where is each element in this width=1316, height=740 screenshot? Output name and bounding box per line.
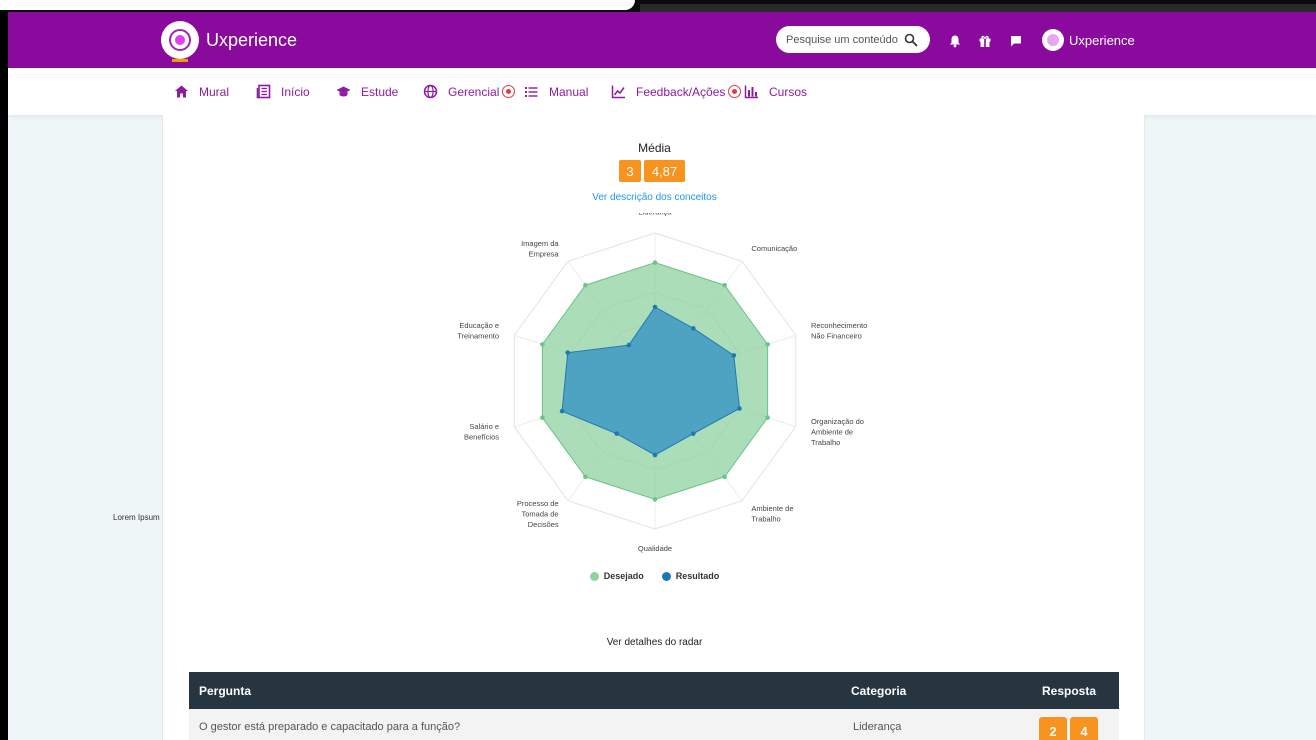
browser-tab bbox=[0, 0, 635, 10]
brand-logo[interactable] bbox=[161, 21, 199, 62]
radar-axis-label: Ambiente de Trabalho bbox=[751, 504, 793, 524]
radar-data-point bbox=[652, 260, 658, 265]
legend-dot-icon bbox=[589, 571, 599, 581]
nav-label: Cursos bbox=[769, 84, 808, 99]
radar-data-point bbox=[614, 431, 620, 436]
search-input[interactable] bbox=[786, 33, 904, 46]
radar-data-point bbox=[722, 474, 727, 480]
nav-item-cursos[interactable]: Cursos bbox=[744, 84, 807, 99]
header-category: Categoria bbox=[851, 684, 907, 698]
radar-data-point bbox=[652, 452, 658, 458]
radar-axis-label: Processo de Tomada de Decisões bbox=[517, 499, 559, 529]
radar-data-point bbox=[765, 415, 770, 420]
legend-label: Desejado bbox=[603, 571, 644, 581]
nav-label: Manual bbox=[549, 84, 589, 99]
search-box[interactable] bbox=[776, 26, 930, 53]
nav-item-inicio[interactable]: Início bbox=[256, 84, 310, 99]
row-question: O gestor está preparado e capacitado par… bbox=[199, 721, 461, 733]
radar-data-point bbox=[559, 408, 565, 414]
nav-label: Feedback/Ações bbox=[636, 84, 726, 99]
nav-label: Estude bbox=[361, 84, 399, 99]
globe-icon bbox=[423, 84, 438, 99]
concepts-description-link[interactable]: Ver descrição dos conceitos bbox=[163, 192, 1146, 203]
globe-logo-icon bbox=[169, 29, 191, 51]
content-card: Média 3 4,87 Ver descrição dos conceitos… bbox=[162, 115, 1145, 740]
radar-axis-label: Qualidade bbox=[638, 544, 672, 553]
radar-data-point bbox=[540, 415, 545, 420]
nav-label: Início bbox=[281, 84, 310, 99]
nav-label: Gerencial bbox=[448, 84, 500, 99]
radar-axis-label: Reconhecimento Não Financeiro bbox=[811, 321, 867, 341]
radar-axis-label: Salário e Benefícios bbox=[464, 422, 499, 442]
header-question: Pergunta bbox=[199, 684, 252, 698]
window-rail bbox=[640, 4, 1316, 12]
chat-icon[interactable] bbox=[1009, 34, 1023, 48]
radar-data-point bbox=[583, 282, 588, 288]
media-badge-a: 3 bbox=[619, 160, 641, 182]
legend-dot-icon bbox=[661, 571, 671, 581]
nav-item-manual[interactable]: Manual bbox=[524, 84, 588, 99]
radar-data-point bbox=[731, 353, 737, 358]
media-badges: 3 4,87 bbox=[619, 160, 688, 182]
answers-table: Pergunta Categoria Resposta O gestor est… bbox=[189, 672, 1119, 740]
notification-dot-icon bbox=[502, 85, 516, 98]
radar-axis-label: Comunicação bbox=[751, 244, 797, 253]
newspaper-icon bbox=[256, 84, 271, 99]
nav-item-mural[interactable]: Mural bbox=[174, 84, 229, 99]
line-chart-icon bbox=[611, 85, 625, 99]
radar-data-point bbox=[722, 282, 727, 288]
table-header: Pergunta Categoria Resposta bbox=[189, 672, 1119, 709]
radar-data-point bbox=[690, 326, 696, 331]
window-frame bbox=[0, 0, 1316, 12]
table-row: O gestor está preparado e capacitado par… bbox=[189, 709, 1119, 740]
brand-name[interactable]: Uxperience bbox=[206, 30, 297, 51]
row-answer: 2 4 bbox=[1039, 717, 1101, 740]
user-name[interactable]: Uxperience bbox=[1069, 33, 1135, 48]
notification-dot-icon bbox=[728, 85, 742, 98]
top-bar: Uxperience Uxperience bbox=[8, 12, 1316, 68]
list-icon bbox=[525, 87, 538, 97]
radar-data-point bbox=[583, 474, 588, 480]
radar-axis-label: Liderança bbox=[639, 213, 673, 217]
radar-axis-label: Organização do Ambiente de Trabalho bbox=[811, 417, 864, 447]
search-icon[interactable] bbox=[904, 33, 918, 47]
chart-legend: Desejado Resultado bbox=[163, 571, 1146, 581]
nav-item-estude[interactable]: Estude bbox=[336, 84, 398, 99]
radar-data-point bbox=[690, 431, 696, 436]
user-menu[interactable]: Uxperience bbox=[1042, 29, 1135, 51]
answer-badge-a: 2 bbox=[1039, 717, 1067, 740]
radar-data-point bbox=[652, 497, 658, 502]
media-title: Média bbox=[638, 141, 671, 155]
radar-data-point bbox=[626, 342, 632, 348]
nav-item-gerencial[interactable]: Gerencial bbox=[423, 84, 516, 99]
home-icon bbox=[175, 85, 188, 98]
gift-icon[interactable] bbox=[978, 34, 992, 48]
header-answer: Resposta bbox=[1042, 684, 1097, 698]
bar-chart-icon bbox=[744, 85, 758, 99]
avatar[interactable] bbox=[1042, 29, 1064, 51]
legend-item[interactable]: Desejado bbox=[589, 571, 644, 581]
radar-data-point bbox=[540, 342, 545, 347]
radar-data-point bbox=[737, 406, 742, 411]
radar-details-link[interactable]: Ver detalhes do radar bbox=[163, 637, 1146, 648]
radar-data-point bbox=[765, 342, 770, 347]
radar-data-point bbox=[652, 304, 658, 310]
side-label: Lorem Ipsum bbox=[113, 513, 160, 522]
app-viewport: Uxperience Uxperience bbox=[8, 12, 1316, 740]
legend-label: Resultado bbox=[675, 571, 720, 581]
answer-badge-b: 4 bbox=[1070, 717, 1098, 740]
graduation-cap-icon bbox=[336, 86, 351, 97]
bell-icon[interactable] bbox=[948, 34, 962, 48]
radar-chart: Liderança Comunicação ReconhecimentoNão Fi… bbox=[457, 213, 867, 553]
radar-axis-label: Imagem da Empresa bbox=[521, 239, 559, 259]
row-category: Liderança bbox=[853, 721, 902, 733]
nav-label: Mural bbox=[199, 84, 230, 99]
media-badge-b: 4,87 bbox=[644, 160, 685, 182]
radar-data-point bbox=[565, 350, 571, 355]
legend-item[interactable]: Resultado bbox=[661, 571, 720, 581]
radar-axis-label: Educação e Treinamento bbox=[457, 321, 499, 341]
main-nav: Mural Início Estude Gerencial Manual Fee… bbox=[8, 68, 1316, 115]
nav-item-feedback[interactable]: Feedback/Ações bbox=[611, 84, 742, 99]
